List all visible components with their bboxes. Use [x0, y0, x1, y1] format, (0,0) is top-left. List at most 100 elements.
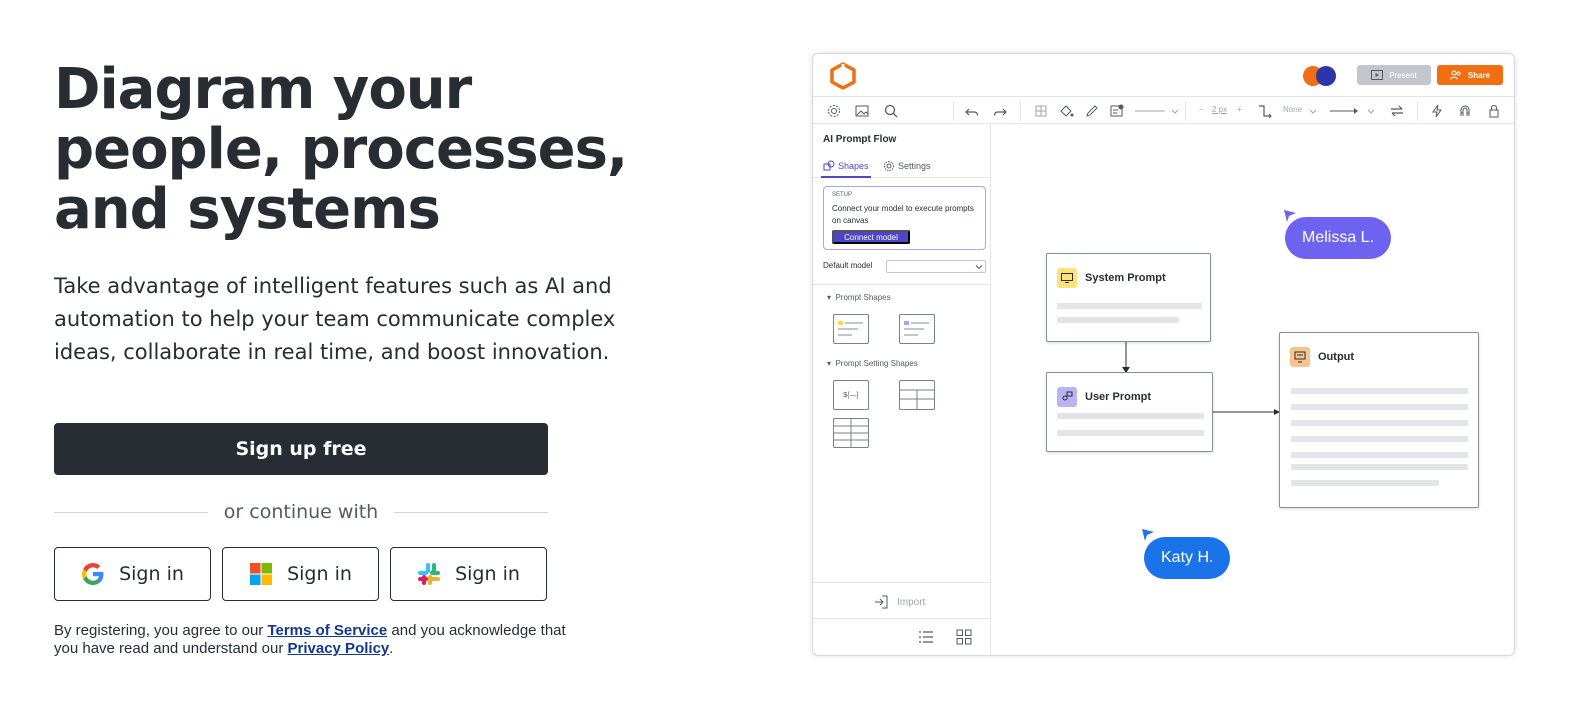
prompt-shape-icon [904, 321, 929, 336]
output-title: Output [1318, 351, 1355, 363]
placeholder-line [1291, 388, 1468, 394]
monitor-icon [1057, 268, 1077, 288]
legal-prefix: By registering, you agree to our [54, 622, 268, 639]
placeholder-line [1057, 430, 1204, 436]
collaborator-avatars[interactable] [1303, 66, 1341, 86]
legal-notice: By registering, you agree to our Terms o… [54, 622, 574, 658]
shapes-sidebar: AI Prompt Flow Shapes Settings SETUP Con… [813, 124, 991, 655]
user-prompt-node[interactable]: User Prompt [1046, 372, 1213, 452]
placeholder-line [1291, 480, 1439, 486]
grid-view-icon[interactable] [956, 629, 972, 645]
tab-settings-label: Settings [898, 161, 931, 171]
google-sign-in-label: Sign in [119, 563, 184, 585]
text-style-icon[interactable] [1109, 103, 1125, 119]
google-sign-in-button[interactable]: Sign in [54, 547, 211, 601]
document-title[interactable]: AI Prompt Flow [823, 134, 896, 145]
lightning-icon[interactable] [1429, 103, 1445, 119]
output-icon [1290, 347, 1310, 367]
continue-divider: or continue with [54, 500, 549, 524]
shapes-icon [823, 160, 835, 171]
user-chat-icon [1057, 387, 1077, 407]
chevron-down-icon [975, 265, 983, 270]
terms-of-service-link[interactable]: Terms of Service [267, 622, 387, 639]
tab-settings[interactable]: Settings [883, 160, 931, 172]
toolbar-separator [953, 101, 954, 121]
chevron-down-icon[interactable] [1171, 103, 1179, 119]
image-icon[interactable] [854, 103, 870, 119]
chevron-down-icon[interactable] [1367, 103, 1375, 119]
microsoft-sign-in-button[interactable]: Sign in [222, 547, 379, 601]
lucid-logo-icon [830, 62, 856, 90]
pen-icon[interactable] [1084, 103, 1100, 119]
sidebar-divider [813, 284, 991, 285]
redo-icon[interactable] [992, 103, 1008, 119]
present-button[interactable]: Present [1357, 65, 1431, 85]
sidebar-divider [813, 618, 991, 619]
shape-variable-tile[interactable]: ${—} [833, 380, 869, 410]
section-prompt-shapes-label: Prompt Shapes [835, 293, 891, 302]
shape-user-prompt-tile[interactable] [899, 314, 935, 344]
diagram-canvas[interactable]: System Prompt User Prompt Output Melissa… [991, 124, 1514, 655]
sign-up-free-button[interactable]: Sign up free [54, 423, 548, 475]
output-header: Output [1290, 347, 1354, 367]
privacy-policy-link[interactable]: Privacy Policy [288, 640, 390, 657]
placeholder-line [1291, 404, 1468, 410]
output-node[interactable]: Output [1279, 332, 1479, 508]
collaborator-cursor-melissa: Melissa L. [1285, 217, 1392, 259]
import-button[interactable]: Import [873, 594, 925, 610]
placeholder-line [1291, 452, 1468, 458]
default-model-select[interactable] [886, 260, 986, 273]
placeholder-line [1291, 420, 1468, 426]
collaborator-cursor-katy: Katy H. [1144, 537, 1231, 579]
present-label: Present [1389, 70, 1417, 80]
hero-subtext: Take advantage of intelligent features s… [54, 274, 616, 364]
section-prompt-setting-shapes[interactable]: ▾ Prompt Setting Shapes [827, 359, 918, 368]
shape-grid-tile[interactable] [833, 418, 869, 448]
line-width-value[interactable]: 2 px [1212, 105, 1227, 114]
fill-bucket-icon[interactable] [1058, 103, 1074, 119]
border-grid-icon[interactable] [1033, 103, 1049, 119]
google-icon [82, 563, 104, 585]
undo-icon[interactable] [964, 103, 980, 119]
connector-elbow-icon[interactable] [1257, 103, 1273, 119]
placeholder-line [1057, 303, 1202, 309]
line-end-value[interactable]: None [1283, 105, 1302, 114]
placeholder-line [1057, 317, 1179, 323]
shape-system-prompt-tile[interactable] [833, 314, 869, 344]
prompt-shape-icon [838, 321, 863, 336]
placeholder-line [1291, 436, 1468, 442]
share-users-icon [1449, 70, 1461, 80]
default-model-label: Default model [823, 261, 873, 270]
connect-model-button[interactable]: Connect model [832, 230, 910, 244]
active-tab-indicator [821, 176, 871, 178]
line-style-icon[interactable] [1135, 103, 1165, 119]
lock-icon[interactable] [1486, 103, 1502, 119]
share-label: Share [1467, 70, 1491, 80]
swap-arrows-icon[interactable] [1389, 103, 1405, 119]
line-width-plus[interactable]: + [1237, 105, 1242, 114]
system-prompt-node[interactable]: System Prompt [1046, 253, 1211, 342]
magnet-icon[interactable] [1457, 103, 1473, 119]
app-header: Present Share [813, 54, 1514, 96]
tab-shapes-label: Shapes [838, 161, 869, 171]
hero-headline: Diagram your people, processes, and syst… [54, 57, 628, 242]
section-prompt-setting-shapes-label: Prompt Setting Shapes [835, 359, 918, 368]
chevron-down-icon[interactable] [1309, 103, 1317, 119]
setup-description: Connect your model to execute prompts on… [832, 204, 974, 225]
present-icon [1371, 70, 1384, 80]
system-prompt-title: System Prompt [1085, 272, 1166, 284]
toolbar-separator [1020, 101, 1021, 121]
import-icon [875, 595, 888, 609]
gear-icon [884, 161, 894, 171]
search-icon[interactable] [883, 103, 899, 119]
slack-sign-in-button[interactable]: Sign in [390, 547, 547, 601]
arrow-end-icon[interactable] [1330, 103, 1360, 119]
section-prompt-shapes[interactable]: ▾ Prompt Shapes [827, 293, 891, 302]
shape-table-tile[interactable] [899, 380, 935, 410]
gear-icon[interactable] [826, 103, 842, 119]
share-button[interactable]: Share [1437, 65, 1503, 85]
list-view-icon[interactable] [918, 629, 934, 645]
line-width-minus[interactable]: − [1199, 105, 1204, 114]
tab-shapes[interactable]: Shapes [823, 160, 869, 172]
table-icon [900, 389, 934, 409]
